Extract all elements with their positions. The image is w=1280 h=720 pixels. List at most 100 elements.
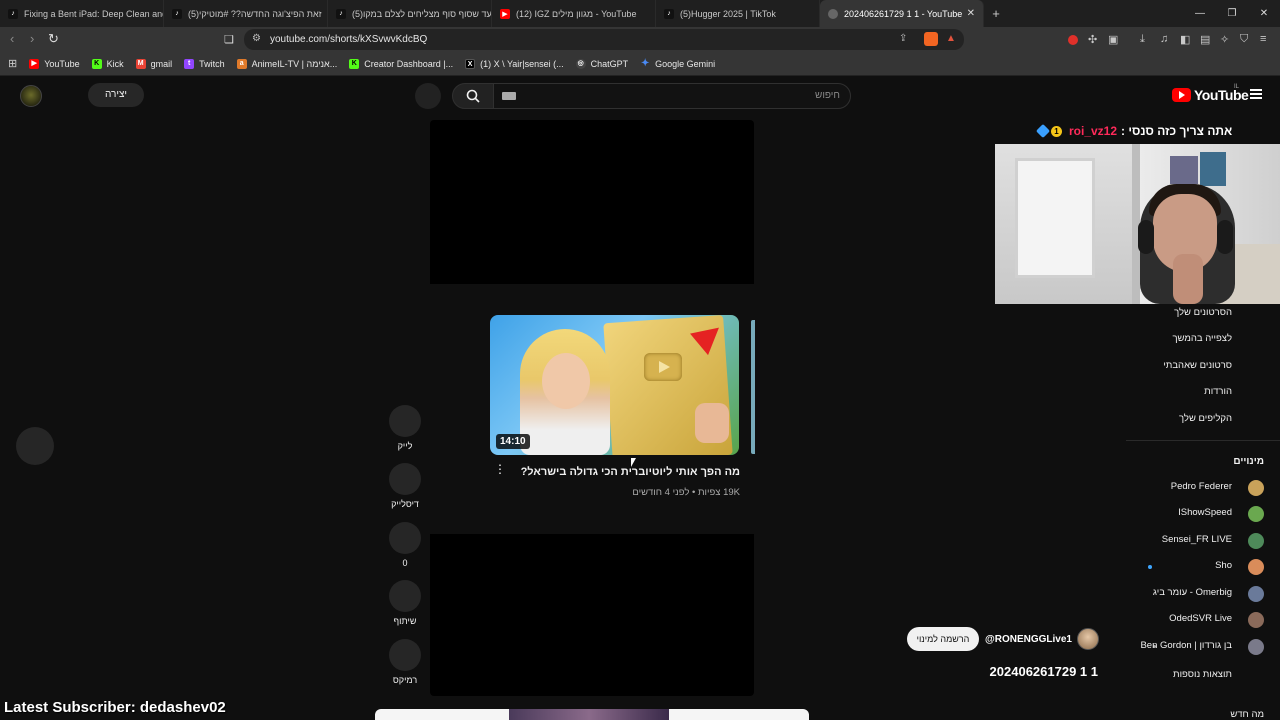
sidebar-item-your-clips[interactable]: הקליפים שלך: [1179, 413, 1232, 424]
browser-tab-active[interactable]: 202406261729 1 1 - YouTube ✕: [820, 0, 984, 27]
bookmark-item[interactable]: ◎ ChatGPT: [575, 58, 629, 69]
new-content-dot-icon: [1148, 565, 1152, 569]
logo-text: YouTube: [1194, 87, 1249, 103]
back-icon[interactable]: ‹: [10, 31, 14, 46]
create-button[interactable]: יצירה: [88, 83, 144, 107]
badge-icon: 1: [1051, 125, 1062, 137]
subscription-item[interactable]: OdedSVR Live: [1126, 610, 1280, 630]
youtube-page: יצירה חיפוש YouTube IL 14:10 מה הפך אותי…: [0, 77, 1280, 720]
hand-image: [1173, 254, 1203, 304]
nav-circle-button[interactable]: [16, 427, 54, 465]
more-options-icon[interactable]: ⋮: [494, 463, 506, 475]
voice-search-icon[interactable]: [415, 83, 441, 109]
media-icon[interactable]: ♫: [1160, 33, 1168, 45]
reload-icon[interactable]: ↻: [48, 31, 59, 47]
bookmark-item[interactable]: ▶ YouTube: [29, 58, 80, 69]
like-button[interactable]: לייק: [388, 405, 422, 451]
browser-tab[interactable]: ♪ Fixing a Bent iPad: Deep Clean and R: [0, 0, 164, 27]
menu-icon[interactable]: ≡: [1260, 33, 1266, 45]
stream-overlay-title: אתה צריך כזה סנסי : roi_vz12 1: [1030, 123, 1244, 139]
sidebar-item-whats-new[interactable]: מה חדש: [1230, 709, 1264, 720]
channel-avatar: [1248, 480, 1264, 496]
browser-tab[interactable]: ♪ (5)זאת הפיצ'וגה החדשה?? #מוטיקי: [164, 0, 328, 27]
bookmark-label: Kick: [106, 58, 124, 69]
search-button[interactable]: [452, 83, 494, 109]
subscription-item[interactable]: Pedro Federer: [1126, 478, 1280, 498]
brave-shield-icon[interactable]: [924, 32, 938, 46]
headphone-icon: [1138, 220, 1154, 254]
youtube-logo[interactable]: YouTube IL: [1172, 84, 1249, 103]
dislike-icon: [389, 463, 421, 495]
youtube-icon: ▶: [500, 8, 510, 19]
subscription-item[interactable]: Ben Gordon | בן גורדון: [1126, 637, 1280, 657]
video-title[interactable]: מה הפך אותי ליוטיוברית הכי גדולה בישראל?: [510, 466, 740, 478]
bookmark-item[interactable]: Mgmail: [135, 58, 172, 69]
browser-tab[interactable]: ♪ (5)Hugger 2025 | TikTok: [656, 0, 820, 27]
next-short-preview[interactable]: [375, 709, 809, 720]
puzzle-icon[interactable]: ✣: [1088, 33, 1097, 46]
comments-button[interactable]: 0: [388, 522, 422, 568]
subscription-item[interactable]: Sho: [1126, 557, 1280, 577]
subscription-item[interactable]: Sensei_FR LIVE: [1126, 531, 1280, 551]
bookmark-item[interactable]: a AnimeIL-TV | אנימה...: [236, 58, 337, 69]
comments-count: 0: [402, 558, 408, 568]
more-results-link[interactable]: תוצאות נוספות: [1173, 669, 1232, 680]
subscription-name: OdedSVR Live: [1169, 613, 1232, 624]
short-video-player[interactable]: [430, 120, 754, 284]
tiktok-icon: ♪: [172, 8, 182, 19]
bookmark-icon[interactable]: ❏: [224, 33, 234, 46]
dislike-button[interactable]: דיסלייק: [388, 463, 422, 509]
bookmark-item[interactable]: ✦ Google Gemini: [640, 58, 715, 69]
subscribe-button[interactable]: הרשמה למינוי: [907, 627, 979, 651]
extension-icon[interactable]: [1068, 35, 1078, 45]
channel-row: הרשמה למינוי @RONENGGLive1: [907, 626, 1099, 652]
bookmark-item[interactable]: K Creator Dashboard |...: [349, 58, 453, 69]
restore-icon[interactable]: ❐: [1216, 0, 1248, 27]
bookmark-item[interactable]: K Kick: [91, 58, 124, 69]
sidebar-icon[interactable]: ◧: [1180, 33, 1190, 46]
video-thumbnail[interactable]: 14:10: [490, 315, 739, 455]
overlay-username: roi_vz12: [1069, 124, 1118, 138]
close-window-icon[interactable]: ✕: [1248, 0, 1280, 27]
share-icon[interactable]: ⇪: [899, 33, 907, 44]
next-short-player[interactable]: [430, 534, 754, 696]
subscription-item[interactable]: עומר ביג - Omerbig: [1126, 584, 1280, 604]
next-thumbnail[interactable]: [751, 320, 755, 454]
sidebar-item-liked-videos[interactable]: סרטונים שאהבתי: [1163, 360, 1232, 371]
wallet-icon[interactable]: ▤: [1200, 33, 1210, 46]
channel-handle[interactable]: @RONENGGLive1: [985, 634, 1072, 645]
browser-tab[interactable]: ♪ (5)עד שסוף סוף מצליחים לצלם במקו: [328, 0, 492, 27]
channel-avatar: [1248, 586, 1264, 602]
leo-ai-icon[interactable]: ✧: [1220, 33, 1229, 46]
avatar[interactable]: [20, 85, 42, 107]
sidebar-item-watch-later[interactable]: לצפייה בהמשך: [1172, 333, 1232, 344]
share-button[interactable]: שיתוף: [388, 580, 422, 626]
site-info-icon[interactable]: ⚙: [252, 33, 261, 44]
close-tab-icon[interactable]: ✕: [967, 8, 975, 19]
brave-rewards-icon[interactable]: ▲: [946, 33, 956, 44]
sidebar-item-downloads[interactable]: הורדות: [1204, 386, 1232, 397]
search-input[interactable]: חיפוש: [493, 83, 851, 109]
tab-title: (5)Hugger 2025 | TikTok: [680, 8, 776, 19]
new-tab-button[interactable]: +: [984, 6, 1008, 21]
sidebar-item-your-videos[interactable]: הסרטונים שלך: [1174, 307, 1232, 318]
keyboard-icon[interactable]: [502, 92, 516, 100]
bookmark-label: ChatGPT: [590, 58, 629, 69]
hand-image: [695, 403, 729, 443]
channel-avatar[interactable]: [1077, 628, 1099, 650]
browser-tab[interactable]: ▶ (12) IGZ מגוון מילים - YouTube: [492, 0, 656, 27]
sidebar-toggle-icon[interactable]: ▣: [1108, 33, 1118, 46]
remix-button[interactable]: רמיקס: [388, 639, 422, 685]
subscription-item[interactable]: IShowSpeed: [1126, 504, 1280, 524]
download-icon[interactable]: ⤓: [1140, 33, 1145, 46]
hamburger-menu-icon[interactable]: [1250, 89, 1262, 99]
forward-icon[interactable]: ›: [30, 31, 34, 46]
search-icon: [466, 89, 480, 103]
bookmarks-bar: ⊞ ▶ YouTube K Kick Mgmail t Twitch a AnimeIL…: [0, 52, 1280, 76]
bookmark-item[interactable]: t Twitch: [184, 58, 225, 69]
address-bar[interactable]: ⚙ youtube.com/shorts/kXSvwvKdcBQ ⇪ ▲: [244, 29, 964, 50]
vpn-icon[interactable]: ⛉: [1240, 33, 1248, 46]
minimize-icon[interactable]: —: [1184, 0, 1216, 27]
apps-grid-icon[interactable]: ⊞: [8, 57, 17, 70]
bookmark-item[interactable]: X (1) X \ Yair|sensei (...: [465, 58, 564, 69]
